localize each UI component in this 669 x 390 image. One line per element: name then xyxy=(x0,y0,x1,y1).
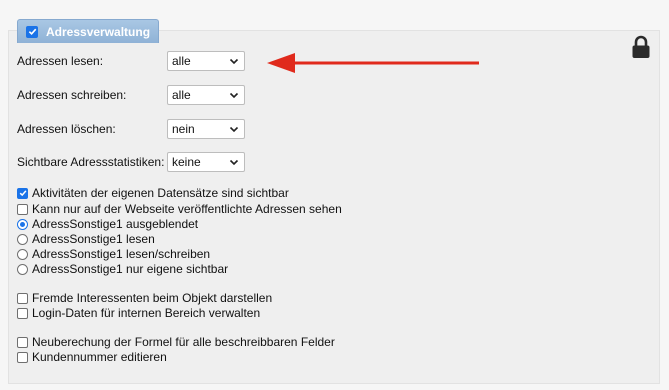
customer-number-option[interactable]: Kundennummer editieren xyxy=(17,350,167,364)
option-label: Neuberechung der Formel für alle beschre… xyxy=(32,335,335,349)
website-only-option[interactable]: Kann nur auf der Webseite veröffentlicht… xyxy=(17,202,342,216)
select-value: alle xyxy=(172,88,191,102)
option-label: AdressSonstige1 lesen xyxy=(32,232,155,246)
radio-own-visible-option[interactable]: AdressSonstige1 nur eigene sichtbar xyxy=(17,262,228,276)
checkbox[interactable] xyxy=(17,307,28,319)
radio[interactable] xyxy=(17,233,28,245)
write-addresses-select[interactable]: alle xyxy=(167,85,245,105)
chevron-down-icon xyxy=(229,92,239,99)
setting-label: Adressen löschen: xyxy=(17,122,116,136)
setting-row-delete: Adressen löschen: xyxy=(17,119,167,139)
select-value: keine xyxy=(172,155,201,169)
read-addresses-select[interactable]: alle xyxy=(167,51,245,71)
checkbox[interactable] xyxy=(17,336,28,348)
chevron-down-icon xyxy=(229,126,239,133)
option-label: Fremde Interessenten beim Objekt darstel… xyxy=(32,291,273,305)
option-label: Kundennummer editieren xyxy=(32,350,167,364)
select-value: nein xyxy=(172,122,195,136)
checkbox[interactable] xyxy=(17,292,28,304)
checkbox[interactable] xyxy=(17,351,28,363)
chevron-down-icon xyxy=(229,58,239,65)
option-label: Aktivitäten der eigenen Datensätze sind … xyxy=(32,186,289,200)
setting-label: Adressen schreiben: xyxy=(17,88,127,102)
select-value: alle xyxy=(172,54,191,68)
arrow-left-icon xyxy=(267,53,479,73)
setting-row-read: Adressen lesen: xyxy=(17,51,167,71)
option-label: AdressSonstige1 nur eigene sichtbar xyxy=(32,262,229,276)
checkbox[interactable] xyxy=(17,203,28,215)
activities-visible-option[interactable]: Aktivitäten der eigenen Datensätze sind … xyxy=(17,186,289,200)
radio-hidden-option[interactable]: AdressSonstige1 ausgeblendet xyxy=(17,217,198,231)
option-label: AdressSonstige1 ausgeblendet xyxy=(32,217,199,231)
radio-read-option[interactable]: AdressSonstige1 lesen xyxy=(17,232,155,246)
checkbox-checked[interactable] xyxy=(17,187,28,199)
delete-addresses-select[interactable]: nein xyxy=(167,119,245,139)
option-label: Login-Daten für internen Bereich verwalt… xyxy=(32,306,261,320)
lock-icon[interactable] xyxy=(630,35,652,59)
radio[interactable] xyxy=(17,248,28,260)
statistics-select[interactable]: keine xyxy=(167,152,245,172)
setting-label: Sichtbare Adressstatistiken: xyxy=(17,155,165,169)
radio[interactable] xyxy=(17,263,28,275)
radio-checked[interactable] xyxy=(17,218,28,230)
option-label: Kann nur auf der Webseite veröffentlicht… xyxy=(32,202,342,216)
setting-label: Adressen lesen: xyxy=(17,54,104,68)
radio-readwrite-option[interactable]: AdressSonstige1 lesen/schreiben xyxy=(17,247,210,261)
foreign-prospects-option[interactable]: Fremde Interessenten beim Objekt darstel… xyxy=(17,291,272,305)
section-tab[interactable]: Adressverwaltung xyxy=(17,19,159,43)
setting-row-write: Adressen schreiben: xyxy=(17,85,167,105)
chevron-down-icon xyxy=(229,159,239,166)
option-label: AdressSonstige1 lesen/schreiben xyxy=(32,247,211,261)
section-enabled-checkbox[interactable] xyxy=(26,25,38,38)
setting-row-statistics: Sichtbare Adressstatistiken: xyxy=(17,152,167,172)
recalc-formula-option[interactable]: Neuberechung der Formel für alle beschre… xyxy=(17,335,335,349)
section-title: Adressverwaltung xyxy=(46,24,151,39)
login-data-option[interactable]: Login-Daten für internen Bereich verwalt… xyxy=(17,306,260,320)
